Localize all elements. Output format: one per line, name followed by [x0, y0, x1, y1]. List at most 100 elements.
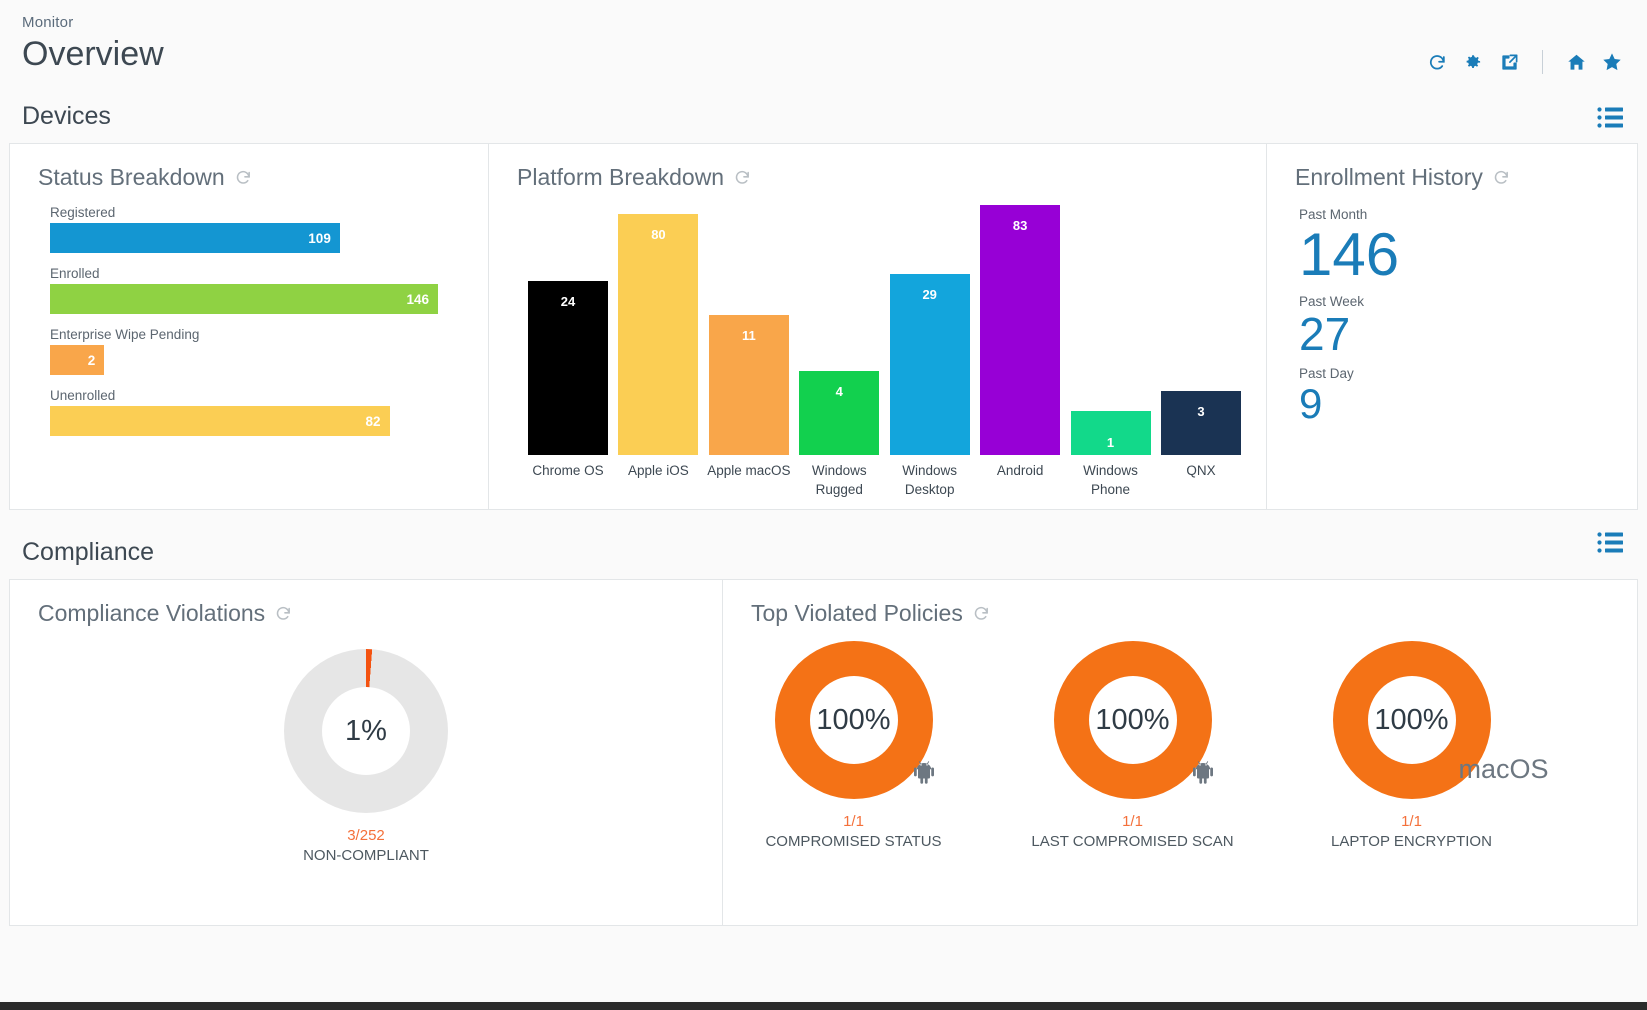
platform-axis-label: Apple iOS [628, 463, 689, 478]
policy-item[interactable]: 100% 1/1 LAST COMPROMISED SCAN [1030, 641, 1235, 852]
section-title-devices: Devices [22, 102, 111, 130]
header-divider [1542, 50, 1543, 74]
platform-axis-label: Apple macOS [707, 463, 791, 478]
list-icon[interactable] [1597, 531, 1623, 558]
platform-bar-value: 80 [651, 226, 666, 242]
status-bar-item[interactable]: Enrolled 146 [50, 266, 438, 314]
platform-bar-item[interactable]: 4 [796, 205, 882, 455]
enrollment-item[interactable]: Past Week 27 [1299, 294, 1637, 358]
donut-center-label: 100% [1088, 676, 1177, 765]
platform-axis-labels: Chrome OS Apple iOS Apple macOS Windows … [489, 455, 1266, 499]
compliance-violations-donut[interactable]: 1% 3/252 NON-COMPLIANT [10, 649, 722, 866]
platform-bar-item[interactable]: 3 [1158, 205, 1244, 455]
donut-ring: 100% [1053, 641, 1213, 800]
card-title-text: Compliance Violations [38, 600, 266, 627]
platform-bar: 3 [1160, 391, 1241, 455]
status-bar-label: Enrolled [50, 266, 100, 281]
external-link-icon[interactable] [1498, 51, 1520, 73]
policy-name: COMPROMISED STATUS [765, 833, 942, 851]
status-bar-item[interactable]: Enterprise Wipe Pending 2 [50, 327, 438, 375]
donut-ring: 100% macOS [1332, 641, 1549, 800]
page-header: Monitor Overview [0, 0, 1647, 96]
section-compliance-header: Compliance [0, 510, 1647, 580]
status-bar-item[interactable]: Registered 109 [50, 205, 438, 253]
platform-bar-item[interactable]: 11 [706, 205, 792, 455]
platform-axis-label: Chrome OS [532, 463, 604, 478]
status-bar-value: 82 [365, 413, 381, 429]
platform-bar-value: 29 [922, 286, 937, 302]
platform-bar: 24 [528, 281, 608, 455]
status-bar-value: 109 [308, 230, 331, 246]
platform-bar-value: 3 [1197, 404, 1205, 420]
donut-ratio: 1/1 [1401, 813, 1422, 831]
platform-axis-label: Windows Rugged [811, 463, 867, 498]
platform-bar-value: 11 [741, 328, 756, 343]
platform-bar-value: 1 [1106, 435, 1115, 450]
platform-bar-item[interactable]: 1 [1068, 205, 1154, 455]
platform-bar: 1 [1070, 411, 1151, 455]
breadcrumb[interactable]: Monitor [22, 14, 1625, 31]
refresh-icon[interactable] [275, 605, 292, 622]
donut-ratio: 1/1 [1122, 813, 1143, 831]
android-icon [909, 758, 939, 793]
card-title-text: Status Breakdown [38, 164, 225, 190]
enrollment-value: 9 [1299, 380, 1323, 428]
card-title-platform-breakdown: Platform Breakdown [489, 144, 1266, 191]
home-icon[interactable] [1565, 51, 1587, 73]
platform-bar: 29 [889, 273, 970, 455]
platform-axis-label: Windows Phone [1083, 463, 1138, 498]
platform-bar-item[interactable]: 80 [615, 205, 701, 455]
section-title-compliance: Compliance [22, 538, 155, 567]
enrollment-value: 146 [1299, 221, 1400, 288]
status-bar: 109 [50, 223, 340, 253]
donut-ring: 100% [774, 641, 934, 800]
refresh-icon[interactable] [1426, 51, 1448, 73]
policy-item[interactable]: 100% 1/1 COMPROMISED STATUS [751, 641, 956, 852]
enrollment-list: Past Month 146 Past Week 27 Past Day 9 [1267, 191, 1637, 426]
card-compliance-violations: Compliance Violations 1% 3/252 NON-COMPL… [10, 580, 722, 926]
list-icon[interactable] [1597, 106, 1623, 133]
card-top-violated-policies: Top Violated Policies 100% 1/1 COMPROMIS… [722, 580, 1637, 926]
policies-list: 100% 1/1 COMPROMISED STATUS 100% 1/1 LAS… [723, 627, 1637, 852]
devices-card-row: Status Breakdown Registered 109 Enrolled… [9, 143, 1638, 511]
policy-item[interactable]: 100% macOS 1/1 LAPTOP ENCRYPTION [1309, 641, 1549, 852]
gear-icon[interactable] [1462, 51, 1484, 73]
platform-bar: 4 [799, 371, 880, 455]
card-title-enrollment-history: Enrollment History [1267, 144, 1637, 191]
card-enrollment-history: Enrollment History Past Month 146 Past W… [1266, 144, 1637, 510]
status-bar: 82 [50, 406, 390, 436]
donut-ratio: 3/252 [347, 827, 385, 845]
donut-caption: NON-COMPLIANT [303, 847, 429, 865]
refresh-icon[interactable] [734, 169, 751, 186]
status-bar-item[interactable]: Unenrolled 82 [50, 388, 438, 436]
card-title-text: Top Violated Policies [751, 600, 963, 627]
page-title: Overview [22, 35, 164, 73]
platform-bar: 83 [980, 205, 1061, 455]
platform-axis-label: Android [996, 463, 1044, 478]
donut-ratio: 1/1 [843, 813, 864, 831]
platform-bar-value: 24 [560, 294, 576, 310]
status-bar-label: Enterprise Wipe Pending [50, 327, 200, 342]
android-icon [1188, 758, 1218, 793]
enrollment-label: Past Day [1299, 366, 1354, 382]
window-bottom-edge [0, 1002, 1647, 1010]
refresh-icon[interactable] [973, 605, 990, 622]
status-bar-value: 2 [87, 352, 96, 368]
enrollment-item[interactable]: Past Day 9 [1299, 366, 1637, 426]
card-platform-breakdown: Platform Breakdown 24 80 11 4 29 83 1 3 … [488, 144, 1266, 510]
enrollment-item[interactable]: Past Month 146 [1299, 207, 1637, 286]
platform-bar-item[interactable]: 24 [525, 205, 611, 455]
status-bar-list: Registered 109 Enrolled 146 Enterprise W… [10, 191, 488, 436]
policy-name: LAPTOP ENCRYPTION [1331, 833, 1492, 851]
platform-bar-item[interactable]: 83 [977, 205, 1063, 455]
refresh-icon[interactable] [1493, 169, 1510, 186]
compliance-card-row: Compliance Violations 1% 3/252 NON-COMPL… [9, 579, 1638, 927]
platform-bar-item[interactable]: 29 [887, 205, 973, 455]
donut-center-label: 100% [1367, 676, 1456, 765]
donut-center-label: 100% [809, 676, 898, 765]
card-status-breakdown: Status Breakdown Registered 109 Enrolled… [10, 144, 488, 510]
star-icon[interactable] [1601, 51, 1623, 73]
refresh-icon[interactable] [235, 169, 252, 186]
card-title-top-violated-policies: Top Violated Policies [723, 580, 1637, 627]
header-actions [1426, 50, 1623, 74]
